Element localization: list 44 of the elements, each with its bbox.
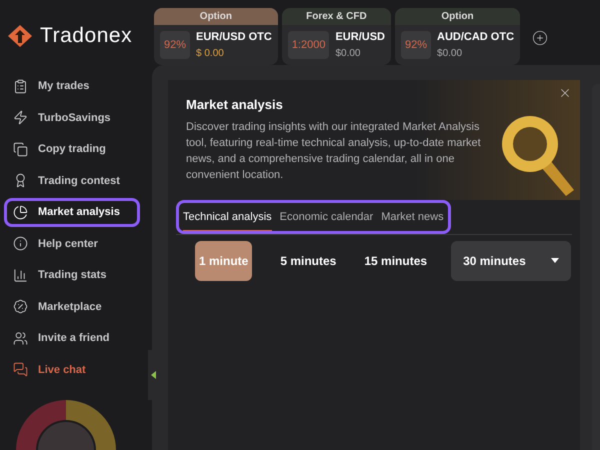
sidebar-item[interactable]: Trading stats [4,261,140,290]
asset-symbol: EUR/USD OTC [196,30,272,45]
timeframe-button[interactable]: 15 minutes [360,240,432,280]
people-icon [13,330,28,346]
sidebar-item[interactable]: Live chat [4,356,140,384]
sidebar-item[interactable]: Help center [4,230,140,258]
dialog-description: Discover trading insights with our integrated Market Analysis tool, featuring real-time technical analysis, up-to-date market news, and a comprehensive trading calendar, all in one convenient location. [186,120,482,182]
logo-icon [8,25,32,47]
asset-category: Option [154,8,278,25]
list-icon [13,78,28,94]
sidebar-item[interactable]: Invite a friend [4,324,140,352]
badge-icon [13,299,28,314]
payout-badge: 1:2000 [288,30,330,59]
info-icon [13,236,28,252]
asset-amount: $0.00 [437,46,464,60]
pie-chart-icon [13,204,28,220]
caret-icon [551,258,560,263]
bar-chart-icon [13,268,28,283]
sidebar-item[interactable]: Market analysis [4,198,140,226]
copy-icon [13,142,28,157]
asset-amount: $ 0.00 [196,46,225,60]
timeframe-dropdown[interactable]: 30 minutes [451,240,572,280]
triangle-icon [150,371,156,379]
add-asset-icon[interactable] [532,30,548,46]
sidebar-item[interactable]: Copy trading [4,135,140,164]
sidebar-item[interactable]: Marketplace [4,292,140,321]
sidebar-item[interactable]: My trades [4,72,140,100]
payout-badge: 92% [160,30,190,59]
brand-name: Tradonex [40,23,132,50]
asset-symbol: EUR/USD [335,30,385,45]
tab[interactable]: Market news [381,209,444,230]
sidebar-item[interactable]: TurboSavings [4,104,140,132]
payout-badge: 92% [400,30,432,59]
asset-symbol: AUD/CAD OTC [437,30,514,45]
sidebar-item[interactable]: Trading contest [4,166,140,195]
tab[interactable]: Technical analysis [183,209,272,230]
tab[interactable]: Economic calendar [280,209,374,230]
asset-category: Option [394,8,520,25]
chat-icon [13,362,28,378]
asset-amount: $0.00 [335,46,362,60]
asset-category: Forex & CFD [282,8,391,25]
timeframe-button[interactable]: 5 minutes [276,240,340,280]
dialog-title: Market analysis [186,96,284,114]
lightning-icon [13,110,28,126]
